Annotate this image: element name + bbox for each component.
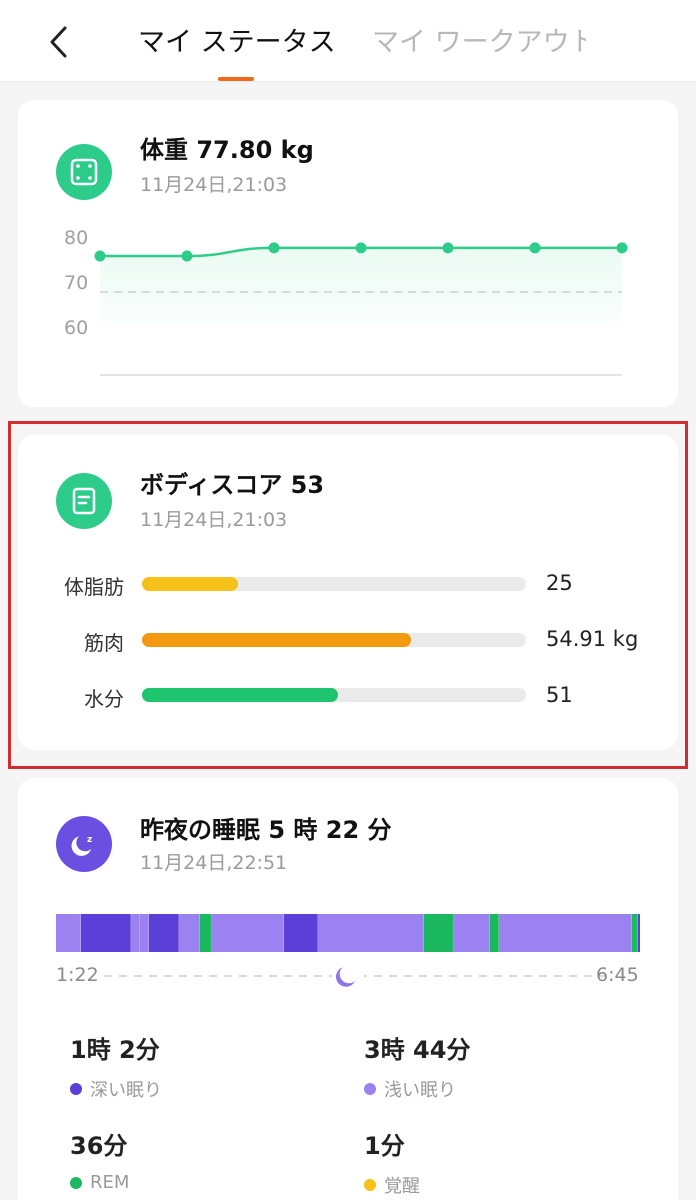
light-sleep-legend: 浅い眠り bbox=[364, 1076, 456, 1102]
chevron-left-icon bbox=[50, 26, 67, 58]
sleep-segment-rem bbox=[424, 914, 455, 952]
sleep-segment-light bbox=[454, 914, 491, 952]
moon-icon: z bbox=[71, 835, 92, 856]
sleep-segment-deep bbox=[637, 914, 640, 952]
sleep-segment-light bbox=[131, 914, 140, 952]
sleep-segment-light bbox=[56, 914, 82, 952]
rem-sleep-dot bbox=[70, 1176, 82, 1189]
weight-area bbox=[100, 247, 622, 325]
deep-sleep-label: 深い眠り bbox=[90, 1080, 162, 1101]
sleep-segment-light bbox=[139, 914, 150, 952]
sleep-start-time: 1:22 bbox=[56, 964, 99, 986]
rem-sleep-value: 36分 bbox=[70, 1132, 128, 1160]
weight-card[interactable]: 体重 77.80 kg 11月24日,21:03 80 70 60 bbox=[18, 100, 678, 407]
sleep-segment-rem bbox=[490, 914, 500, 952]
awake-value: 1分 bbox=[364, 1132, 405, 1160]
weight-point[interactable] bbox=[94, 250, 106, 262]
sleep-timestamp: 11月24日,22:51 bbox=[140, 852, 288, 874]
tab-my-status[interactable]: マイ ステータス bbox=[138, 20, 336, 59]
sleep-segment-light bbox=[499, 914, 633, 952]
sleep-segment-light bbox=[212, 914, 284, 952]
sleep-segment-deep bbox=[149, 914, 180, 952]
sleep-title: 昨夜の睡眠 5 時 22 分 bbox=[140, 816, 392, 844]
sleep-end-time: 6:45 bbox=[596, 964, 639, 986]
sleep-segment-deep bbox=[81, 914, 132, 952]
sleep-icon-badge: z bbox=[56, 816, 112, 872]
rem-sleep-legend: REM bbox=[70, 1172, 129, 1193]
weight-point[interactable] bbox=[529, 242, 541, 254]
weight-point[interactable] bbox=[616, 242, 628, 254]
selection-highlight bbox=[8, 421, 688, 769]
light-sleep-value: 3時 44分 bbox=[364, 1036, 471, 1064]
awake-legend: 覚醒 bbox=[364, 1172, 420, 1198]
deep-sleep-dot bbox=[70, 1083, 82, 1095]
tab-my-workout[interactable]: マイ ワークアウト bbox=[372, 20, 586, 59]
light-sleep-label: 浅い眠り bbox=[384, 1080, 456, 1101]
sleep-card[interactable]: z 昨夜の睡眠 5 時 22 分 11月24日,22:51 1:22 6:45 … bbox=[18, 778, 678, 1200]
sleep-segment-light bbox=[179, 914, 201, 952]
sleep-stage-bar bbox=[56, 914, 640, 952]
weight-line-chart bbox=[94, 242, 628, 376]
rem-sleep-label: REM bbox=[90, 1172, 130, 1193]
sleep-segment-rem bbox=[200, 914, 213, 952]
weight-point[interactable] bbox=[181, 250, 193, 262]
weight-point[interactable] bbox=[442, 242, 454, 254]
awake-dot bbox=[364, 1179, 376, 1191]
back-button[interactable] bbox=[40, 22, 76, 62]
weight-point[interactable] bbox=[355, 242, 367, 254]
light-sleep-dot bbox=[364, 1083, 376, 1095]
awake-label: 覚醒 bbox=[384, 1176, 420, 1197]
svg-text:z: z bbox=[87, 835, 92, 845]
weight-point[interactable] bbox=[268, 242, 280, 254]
sleep-segment-deep bbox=[283, 914, 318, 952]
active-tab-indicator bbox=[218, 77, 254, 81]
deep-sleep-value: 1時 2分 bbox=[70, 1036, 160, 1064]
sleep-segment-light bbox=[317, 914, 425, 952]
crescent-moon-icon bbox=[336, 967, 356, 987]
deep-sleep-legend: 深い眠り bbox=[70, 1076, 162, 1102]
top-bar: マイ ステータス マイ ワークアウト bbox=[0, 0, 696, 82]
timeline-moon-marker bbox=[332, 960, 364, 992]
